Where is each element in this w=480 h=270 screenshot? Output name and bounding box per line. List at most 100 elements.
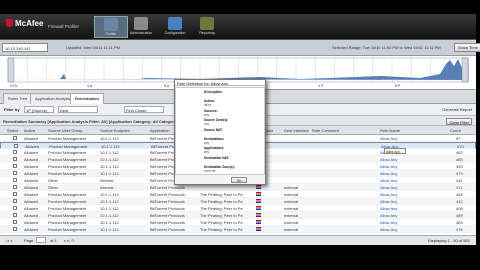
cell-rule[interactable]: Allow Any — [380, 192, 440, 197]
country-flag-icon — [256, 213, 261, 217]
cell-action: Allowed — [24, 185, 39, 190]
cell-count: 445 — [456, 192, 463, 197]
cell-iface: external — [284, 192, 299, 197]
cell-endpoint: 10.1.1.112 — [100, 171, 119, 176]
filter-find-field[interactable]: Find Closer — [124, 106, 164, 113]
table-row[interactable]: Allowed Product Management 10.1.1.112 BitTo… — [0, 205, 476, 212]
row-checkbox[interactable] — [14, 144, 18, 148]
configuration-icon — [168, 17, 182, 30]
table-row[interactable]: Allowed Product Management 10.1.1.112 BitTo… — [0, 219, 476, 226]
cell-dest: The Pirating: Peer to Pe — [200, 199, 243, 204]
cell-rule[interactable]: Allow Any — [380, 136, 440, 141]
gears-icon — [134, 17, 148, 30]
cell-endpoint: Internal — [100, 185, 114, 190]
dialog-fields: Description: Action: allow Sources: any Sourc… — [175, 87, 265, 175]
cell-dest: The Pirating: Peer to Pe — [200, 192, 243, 197]
table-row[interactable]: Allowed Product Management 10.1.1.112 BitTo… — [0, 191, 476, 198]
tooltip: Allow Any — [384, 148, 406, 154]
row-checkbox[interactable] — [13, 213, 17, 217]
brand-logo: McAfee — [6, 19, 43, 28]
cell-group: Product Management — [48, 227, 87, 232]
row-checkbox[interactable] — [13, 150, 17, 154]
generate-report-link[interactable]: Generate Report — [442, 107, 472, 112]
cell-dest: The Pirating: Peer to Pe — [200, 206, 243, 211]
column-header[interactable]: Action — [24, 128, 35, 133]
row-checkbox[interactable] — [13, 164, 17, 168]
column-header[interactable]: Source Endpoint — [100, 128, 130, 133]
nav-profiler[interactable]: Profiler — [94, 16, 128, 38]
filter-source-field[interactable]: 1P (Source) — [24, 106, 54, 113]
first-page-icon[interactable]: |◂ ◂ — [6, 238, 12, 243]
clear-filter-button[interactable]: Clear Filter — [446, 118, 472, 125]
cell-rule[interactable]: Allow Any — [380, 157, 440, 162]
country-flag-icon — [256, 220, 261, 224]
filter-label: Filter by — [4, 107, 20, 112]
dialog-title: Rule Definition for: Allow Any — [175, 80, 265, 86]
nav-reporting[interactable]: Reporting — [190, 16, 224, 38]
column-header[interactable]: Application — [150, 128, 170, 133]
cell-endpoint: 10.1.1.112 — [100, 150, 119, 155]
cell-rule[interactable]: Allow Any — [380, 171, 440, 176]
cell-endpoint: 10.1.1.112 — [100, 164, 119, 169]
table-row[interactable]: Allowed Product Management 10.1.1.112 BitTo… — [0, 226, 476, 233]
column-header[interactable]: Source User Group — [48, 128, 98, 133]
cell-dest: The Pirating: Peer to Pe — [200, 213, 243, 218]
nav-label: Reporting — [199, 31, 215, 35]
cell-rule[interactable]: Allow Any — [380, 220, 440, 225]
tab-application-analysis[interactable]: Application Analysis — [30, 93, 76, 104]
cell-rule[interactable]: Allow Any — [380, 213, 440, 218]
cell-count: 462 — [456, 150, 463, 155]
row-checkbox[interactable] — [13, 178, 17, 182]
cell-rule[interactable]: Allow Any — [380, 178, 440, 183]
timeline-tick-label: 4 A — [87, 84, 93, 88]
cell-rule[interactable]: Allow Any — [380, 164, 440, 169]
cell-count: 408 — [456, 206, 463, 211]
cell-action: Allowed — [24, 192, 39, 197]
cell-app: BitTorrent Protocols — [150, 227, 185, 232]
cell-rule[interactable]: Allow Any — [380, 185, 440, 190]
row-checkbox[interactable] — [13, 157, 17, 161]
rule-field-label: Source NAT: — [204, 127, 223, 132]
row-checkbox[interactable] — [13, 136, 17, 140]
cell-rule[interactable]: Allow Any — [380, 227, 440, 232]
cell-endpoint: 10.1.1.112 — [100, 213, 119, 218]
row-checkbox[interactable] — [13, 192, 17, 196]
nav-configuration[interactable]: Configuration — [158, 16, 192, 38]
row-checkbox[interactable] — [13, 220, 17, 224]
selected-range: Selected Range: Tue 04/10 11:00 PM to We… — [332, 45, 441, 50]
filter-dest-field[interactable]: Dest — [58, 106, 98, 113]
cell-endpoint: 10.1.1.112 — [100, 220, 119, 225]
cell-count: 489 — [456, 213, 463, 218]
table-row[interactable]: Allowed Product Management 10.1.1.112 BitTo… — [0, 198, 476, 205]
cell-action: Allowed — [24, 157, 39, 162]
table-row[interactable]: Allowed Other Internal BitTorrent Protocols… — [0, 184, 476, 191]
country-flag-icon — [256, 185, 261, 189]
cell-rule[interactable]: Allow Any — [380, 199, 440, 204]
row-checkbox[interactable] — [13, 185, 17, 189]
column-header[interactable]: Select — [7, 128, 18, 133]
row-checkbox[interactable] — [13, 171, 17, 175]
column-header[interactable]: Rule Name — [380, 128, 400, 133]
show-time-button[interactable]: Show Time — [454, 43, 480, 52]
cell-group: Product Management — [48, 150, 87, 155]
tab-rules-tree[interactable]: Rules Tree — [3, 93, 33, 104]
toolbar: 10.10.240.141 Updated: Wed 04/11 11:11 P… — [0, 40, 480, 56]
next-page-icon[interactable]: ▸ ▸| ⟳ — [64, 238, 75, 243]
ok-button[interactable]: OK — [231, 177, 247, 183]
cell-rule[interactable]: Allow Any — [380, 206, 440, 211]
cell-app: BitTorrent Protocols — [150, 192, 185, 197]
table-row[interactable]: Allowed Product Management 10.1.1.112 BitTo… — [0, 212, 476, 219]
row-checkbox[interactable] — [13, 227, 17, 231]
cell-app: BitTorrent Protocols — [150, 206, 185, 211]
cell-group: Product Management — [48, 192, 87, 197]
nav-administration[interactable]: Administration — [124, 16, 158, 38]
row-checkbox[interactable] — [13, 199, 17, 203]
column-header[interactable]: Dest Interface — [284, 128, 309, 133]
column-header[interactable]: Count — [450, 128, 461, 133]
page-input[interactable] — [36, 237, 46, 243]
column-header[interactable]: Rule Comment — [312, 128, 339, 133]
device-select[interactable]: 10.10.240.141 — [2, 43, 48, 52]
row-checkbox[interactable] — [13, 206, 17, 210]
cell-action: Allowed — [24, 213, 39, 218]
tab-remediation[interactable]: Remediation — [70, 93, 105, 104]
